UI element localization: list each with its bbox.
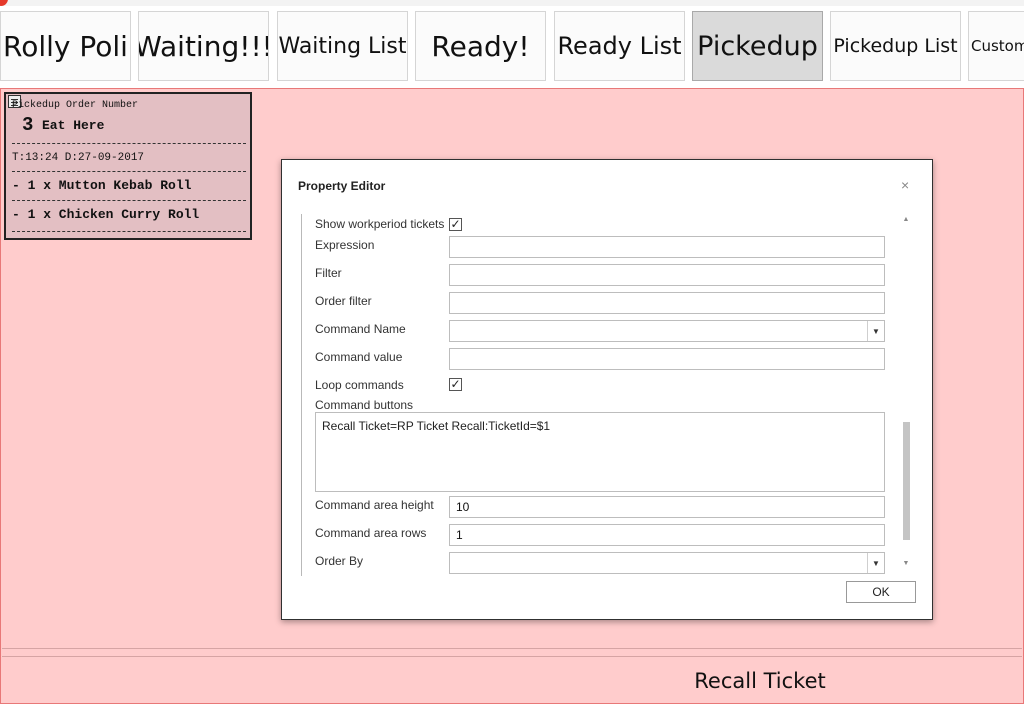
tab-label: Waiting!!! xyxy=(138,29,269,63)
close-icon[interactable]: × xyxy=(901,177,909,193)
divider xyxy=(2,656,1022,657)
divider xyxy=(12,171,246,172)
scrollbar-thumb[interactable] xyxy=(903,422,910,540)
tab-waiting-list[interactable]: Waiting List xyxy=(277,11,408,81)
order-by-dropdown[interactable]: ▼ xyxy=(449,552,885,574)
property-editor-dialog: Property Editor × Show workperiod ticket… xyxy=(281,159,933,620)
loop-commands-label: Loop commands xyxy=(315,378,404,392)
tab-custom[interactable]: Custom xyxy=(968,11,1024,81)
tab-waiting[interactable]: Waiting!!! xyxy=(138,11,269,81)
divider xyxy=(12,231,246,232)
expression-label: Expression xyxy=(315,238,375,252)
divider xyxy=(12,200,246,201)
chevron-down-icon[interactable]: ▼ xyxy=(867,321,884,341)
order-filter-field[interactable] xyxy=(449,292,885,314)
tab-bar: Rolly Poli Waiting!!! Waiting List Ready… xyxy=(0,10,1024,82)
scroll-up-icon[interactable]: ▲ xyxy=(902,216,910,226)
ticket-header: Pickedup Order Number xyxy=(12,100,139,111)
tab-rolly-poli[interactable]: Rolly Poli xyxy=(0,11,131,81)
ticket-card[interactable]: Pickedup Order Number 3 Eat Here T:13:24… xyxy=(4,92,252,240)
tab-pickedup-list[interactable]: Pickedup List xyxy=(830,11,961,81)
command-name-dropdown[interactable]: ▼ xyxy=(449,320,885,342)
command-name-label: Command Name xyxy=(315,322,406,336)
show-workperiod-tickets-checkbox[interactable]: ✓ xyxy=(449,218,462,231)
chevron-down-icon[interactable]: ▼ xyxy=(867,553,884,573)
property-grid: Show workperiod tickets ✓ Expression Fil… xyxy=(301,214,892,576)
command-area-rows-field[interactable]: 1 xyxy=(449,524,885,546)
scroll-down-icon[interactable]: ▼ xyxy=(902,560,910,570)
tab-label: Ready! xyxy=(431,29,530,63)
command-area-height-label: Command area height xyxy=(315,498,434,512)
tab-label: Rolly Poli xyxy=(3,29,128,63)
loop-commands-checkbox[interactable]: ✓ xyxy=(449,378,462,391)
ticket-type: Eat Here xyxy=(42,118,105,133)
dialog-title: Property Editor xyxy=(298,179,386,193)
command-area-rows-label: Command area rows xyxy=(315,526,427,540)
ticket-number: 3 xyxy=(22,114,34,136)
ticket-item: - 1 x Mutton Kebab Roll xyxy=(12,178,192,193)
expression-field[interactable] xyxy=(449,236,885,258)
show-workperiod-tickets-label: Show workperiod tickets xyxy=(315,217,445,231)
tab-ready-list[interactable]: Ready List xyxy=(554,11,685,81)
tab-label: Waiting List xyxy=(278,33,407,59)
tab-label: Ready List xyxy=(557,32,682,60)
divider xyxy=(2,648,1022,649)
tab-pickedup[interactable]: Pickedup xyxy=(692,11,823,81)
window-top-strip xyxy=(0,0,1024,6)
recall-ticket-button[interactable]: Recall Ticket xyxy=(640,664,880,698)
command-value-label: Command value xyxy=(315,350,403,364)
order-filter-label: Order filter xyxy=(315,294,372,308)
tab-label: Pickedup List xyxy=(833,35,958,57)
order-by-label: Order By xyxy=(315,554,364,568)
filter-label: Filter xyxy=(315,266,342,280)
command-area-height-field[interactable]: 10 xyxy=(449,496,885,518)
ticket-time-date: T:13:24 D:27-09-2017 xyxy=(12,152,145,164)
command-buttons-textarea[interactable]: Recall Ticket=RP Ticket Recall:TicketId=… xyxy=(315,412,885,492)
tab-label: Custom xyxy=(971,37,1024,55)
vertical-scrollbar[interactable]: ▲ ▼ xyxy=(901,214,911,576)
ticket-item: - 1 x Chicken Curry Roll xyxy=(12,207,200,222)
command-value-field[interactable] xyxy=(449,348,885,370)
ok-button[interactable]: OK xyxy=(846,581,916,603)
tab-ready[interactable]: Ready! xyxy=(415,11,546,81)
filter-field[interactable] xyxy=(449,264,885,286)
divider xyxy=(12,143,246,144)
command-buttons-label: Command buttons xyxy=(315,398,414,412)
tab-label: Pickedup xyxy=(697,30,818,62)
